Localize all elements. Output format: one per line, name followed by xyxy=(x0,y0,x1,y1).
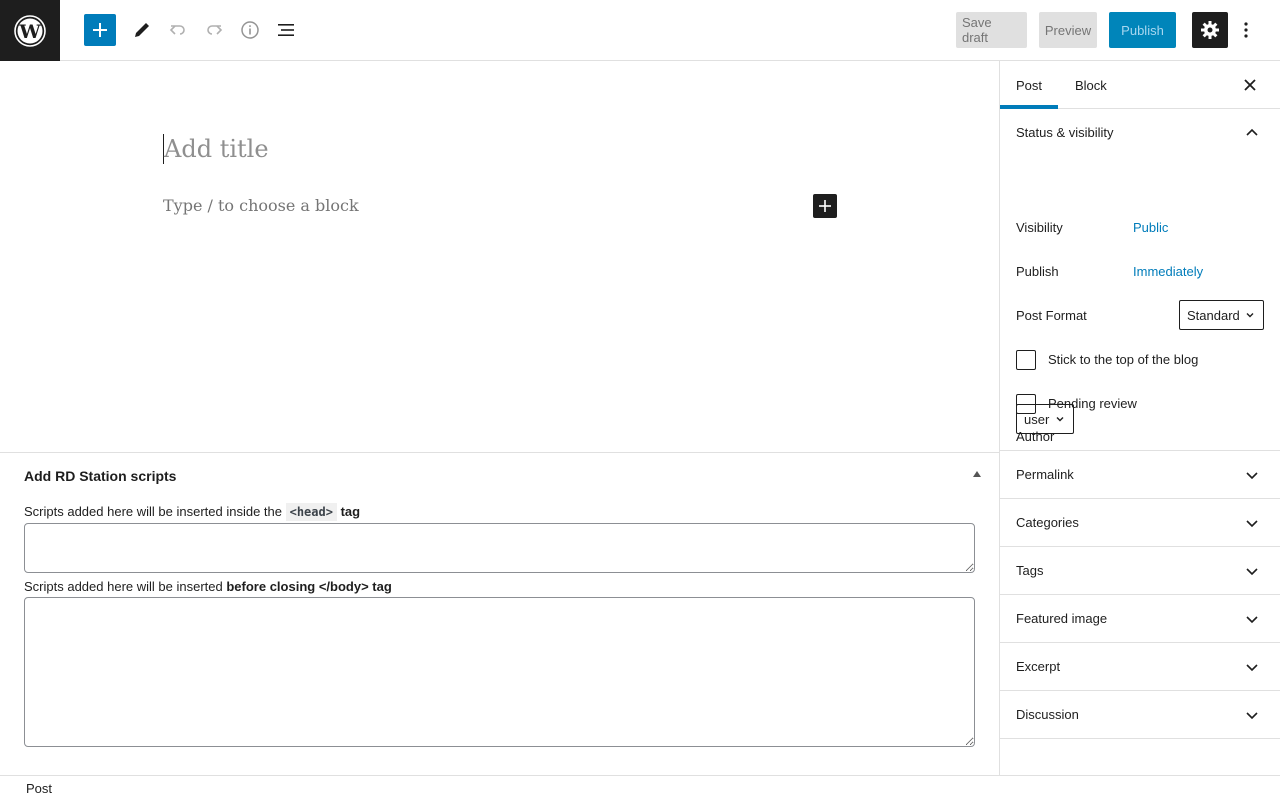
redo-icon xyxy=(207,25,223,35)
info-icon xyxy=(241,21,259,39)
body-scripts-label: Scripts added here will be inserted befo… xyxy=(24,579,392,594)
post-format-label: Post Format xyxy=(1016,308,1087,323)
visibility-toggle[interactable]: Public xyxy=(1133,220,1168,235)
publish-date-label: Publish xyxy=(1016,264,1059,279)
settings-sidebar: Post Block Status & visibility Visibilit… xyxy=(999,61,1280,775)
svg-text:W: W xyxy=(18,21,41,43)
pencil-icon xyxy=(135,23,149,37)
publish-button[interactable]: Publish xyxy=(1109,12,1176,48)
plus-icon xyxy=(93,23,107,37)
list-view-icon xyxy=(278,24,294,36)
chevron-down-icon xyxy=(1056,417,1064,422)
redo-button[interactable] xyxy=(196,12,232,48)
block-appender-placeholder[interactable]: Type / to choose a block xyxy=(163,196,359,215)
settings-button[interactable] xyxy=(1192,12,1228,48)
chevron-down-icon xyxy=(1246,616,1258,624)
featured-image-panel-title: Featured image xyxy=(1016,611,1108,626)
permalink-panel-title: Permalink xyxy=(1016,467,1074,482)
undo-button[interactable] xyxy=(160,12,196,48)
metabox-title: Add RD Station scripts xyxy=(24,468,177,484)
discussion-panel[interactable]: Discussion xyxy=(1000,691,1280,739)
rd-station-metabox: Add RD Station scripts Scripts added her… xyxy=(0,452,999,775)
plus-icon xyxy=(819,200,831,212)
metabox-toggle-arrow-icon[interactable] xyxy=(973,471,981,477)
chevron-down-icon xyxy=(1246,712,1258,720)
block-breadcrumb-bar: Post xyxy=(0,775,1280,800)
wordpress-icon: W xyxy=(14,14,46,47)
sticky-checkbox[interactable] xyxy=(1016,350,1036,370)
excerpt-panel[interactable]: Excerpt xyxy=(1000,643,1280,691)
tags-panel-title: Tags xyxy=(1016,563,1044,578)
chevron-down-icon xyxy=(1246,664,1258,672)
chevron-down-icon xyxy=(1246,313,1254,318)
author-value: user xyxy=(1024,411,1050,427)
breadcrumb-post[interactable]: Post xyxy=(26,781,52,796)
categories-panel[interactable]: Categories xyxy=(1000,499,1280,547)
excerpt-panel-title: Excerpt xyxy=(1016,659,1061,674)
save-draft-button[interactable]: Save draft xyxy=(956,12,1027,48)
permalink-panel[interactable]: Permalink xyxy=(1000,451,1280,499)
sticky-label: Stick to the top of the blog xyxy=(1048,352,1199,367)
status-visibility-toggle[interactable]: Status & visibility xyxy=(1016,125,1114,140)
block-inserter-button[interactable] xyxy=(84,14,116,46)
head-scripts-textarea[interactable] xyxy=(24,523,975,573)
close-icon xyxy=(1244,79,1256,91)
options-menu-button[interactable] xyxy=(1236,12,1256,48)
tab-post[interactable]: Post xyxy=(1000,61,1058,109)
sidebar-tabs: Post Block xyxy=(1000,61,1280,109)
wordpress-logo-button[interactable]: W xyxy=(0,0,60,61)
editor-header: W Save draft Preview Publish xyxy=(0,0,1280,61)
post-format-value: Standard xyxy=(1187,307,1240,323)
undo-icon xyxy=(169,25,185,35)
chevron-down-icon xyxy=(1246,568,1258,576)
preview-button[interactable]: Preview xyxy=(1039,12,1097,48)
author-select[interactable]: user xyxy=(1016,404,1074,434)
post-format-select[interactable]: Standard xyxy=(1179,300,1264,330)
editor-canvas: Add title Type / to choose a block xyxy=(0,61,999,452)
status-visibility-panel: Status & visibility Visibility Public Pu… xyxy=(1000,109,1280,451)
list-view-button[interactable] xyxy=(268,12,304,48)
chevron-down-icon xyxy=(1246,472,1258,480)
close-sidebar-button[interactable] xyxy=(1240,75,1260,95)
inline-block-inserter-button[interactable] xyxy=(813,194,837,218)
body-label-bold: before closing </body> tag xyxy=(226,579,392,594)
gear-icon xyxy=(1201,21,1219,39)
details-button[interactable] xyxy=(232,12,268,48)
post-title-input[interactable]: Add title xyxy=(163,134,269,164)
tags-panel[interactable]: Tags xyxy=(1000,547,1280,595)
tab-block[interactable]: Block xyxy=(1059,61,1123,109)
categories-panel-title: Categories xyxy=(1016,515,1079,530)
visibility-label: Visibility xyxy=(1016,220,1063,235)
discussion-panel-title: Discussion xyxy=(1016,707,1079,722)
publish-date-toggle[interactable]: Immediately xyxy=(1133,264,1203,279)
head-label-prefix: Scripts added here will be inserted insi… xyxy=(24,504,282,519)
tools-button[interactable] xyxy=(124,12,160,48)
head-label-code: <head> xyxy=(285,503,337,521)
head-label-suffix: tag xyxy=(340,504,361,519)
head-scripts-label: Scripts added here will be inserted insi… xyxy=(24,503,361,521)
body-scripts-textarea[interactable] xyxy=(24,597,975,747)
chevron-up-icon[interactable] xyxy=(1244,125,1260,141)
more-vertical-icon xyxy=(1244,22,1248,38)
featured-image-panel[interactable]: Featured image xyxy=(1000,595,1280,643)
chevron-down-icon xyxy=(1246,520,1258,528)
body-label-prefix: Scripts added here will be inserted xyxy=(24,579,223,594)
